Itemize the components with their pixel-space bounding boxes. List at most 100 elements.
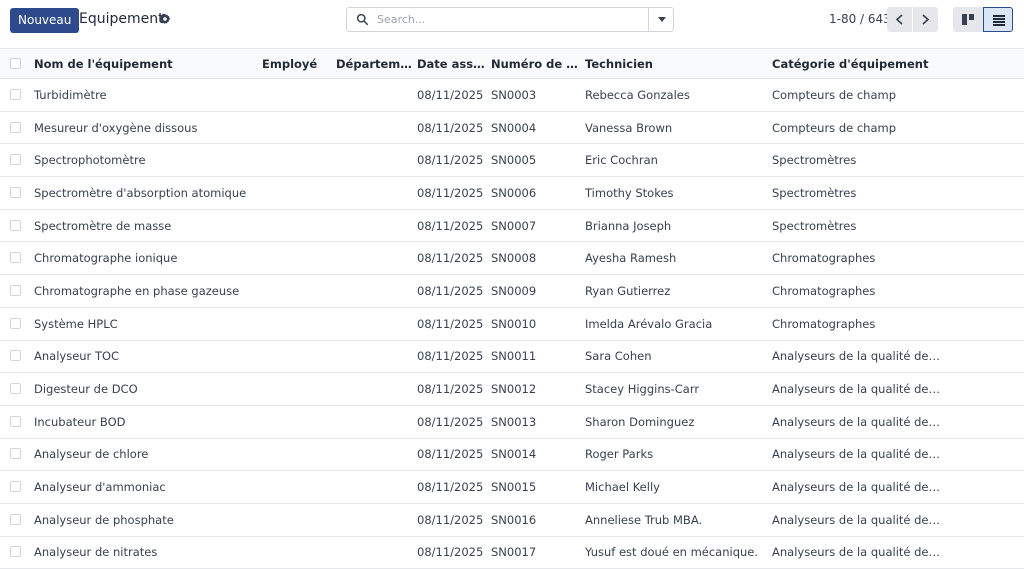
row-checkbox[interactable]: [10, 350, 21, 362]
cell-name[interactable]: Mesureur d'oxygène dissous: [34, 121, 249, 135]
cell-serial[interactable]: SN0017: [491, 545, 579, 559]
table-row[interactable]: Turbidimètre 08/11/2025 SN0003 Rebecca Gonz…: [0, 79, 1024, 112]
cell-technician[interactable]: Ryan Gutierrez: [585, 284, 765, 298]
cell-technician[interactable]: Vanessa Brown: [585, 121, 765, 135]
row-checkbox[interactable]: [10, 154, 21, 166]
cell-name[interactable]: Incubateur BOD: [34, 415, 249, 429]
cell-date[interactable]: 08/11/2025: [417, 219, 485, 233]
cell-name[interactable]: Analyseur de nitrates: [34, 545, 249, 559]
cell-technician[interactable]: Roger Parks: [585, 447, 765, 461]
cell-technician[interactable]: Michael Kelly: [585, 480, 765, 494]
column-header-category[interactable]: Catégorie d'équipement: [772, 57, 942, 71]
table-row[interactable]: Analyseur de phosphate 08/11/2025 SN0016 An…: [0, 504, 1024, 537]
cell-category[interactable]: Analyseurs de la qualité de l'e…: [772, 415, 942, 429]
cell-technician[interactable]: Eric Cochran: [585, 153, 765, 167]
cell-category[interactable]: Spectromètres: [772, 186, 942, 200]
table-row[interactable]: Analyseur d'ammoniac 08/11/2025 SN0015 Mich…: [0, 471, 1024, 504]
kanban-view-button[interactable]: [953, 7, 983, 32]
row-checkbox[interactable]: [10, 546, 21, 558]
cell-technician[interactable]: Timothy Stokes: [585, 186, 765, 200]
cell-serial[interactable]: SN0012: [491, 382, 579, 396]
cell-name[interactable]: Turbidimètre: [34, 88, 249, 102]
cell-date[interactable]: 08/11/2025: [417, 480, 485, 494]
cell-technician[interactable]: Stacey Higgins-Carr: [585, 382, 765, 396]
cell-date[interactable]: 08/11/2025: [417, 186, 485, 200]
cell-name[interactable]: Spectrophotomètre: [34, 153, 249, 167]
column-header-technician[interactable]: Technicien: [585, 57, 765, 71]
cell-category[interactable]: Chromatographes: [772, 317, 942, 331]
cell-serial[interactable]: SN0015: [491, 480, 579, 494]
cell-serial[interactable]: SN0007: [491, 219, 579, 233]
row-checkbox[interactable]: [10, 317, 21, 329]
cell-category[interactable]: Analyseurs de la qualité de l'e…: [772, 447, 942, 461]
pager-previous-button[interactable]: [887, 7, 912, 32]
row-checkbox[interactable]: [10, 219, 21, 231]
cell-category[interactable]: Spectromètres: [772, 219, 942, 233]
table-row[interactable]: Analyseur de nitrates 08/11/2025 SN0017 Yus…: [0, 537, 1024, 569]
table-row[interactable]: Digesteur de DCO 08/11/2025 SN0012 Stacey H…: [0, 373, 1024, 406]
cell-name[interactable]: Digesteur de DCO: [34, 382, 249, 396]
table-row[interactable]: Spectromètre d'absorption atomique 08/11/…: [0, 177, 1024, 210]
row-checkbox[interactable]: [10, 186, 21, 198]
cell-date[interactable]: 08/11/2025: [417, 317, 485, 331]
cell-name[interactable]: Chromatographe en phase gazeuse: [34, 284, 249, 298]
table-row[interactable]: Mesureur d'oxygène dissous 08/11/2025 SN00…: [0, 112, 1024, 145]
cell-serial[interactable]: SN0008: [491, 251, 579, 265]
cell-serial[interactable]: SN0010: [491, 317, 579, 331]
table-row[interactable]: Analyseur TOC 08/11/2025 SN0011 Sara Cohen A…: [0, 341, 1024, 374]
cell-date[interactable]: 08/11/2025: [417, 349, 485, 363]
cell-name[interactable]: Spectromètre d'absorption atomique: [34, 186, 249, 200]
cell-category[interactable]: Spectromètres: [772, 153, 942, 167]
column-header-employee[interactable]: Employé: [262, 57, 332, 71]
table-row[interactable]: Spectrophotomètre 08/11/2025 SN0005 Eric Co…: [0, 144, 1024, 178]
cell-technician[interactable]: Yusuf est doué en mécanique.: [585, 545, 765, 559]
cell-date[interactable]: 08/11/2025: [417, 382, 485, 396]
cell-category[interactable]: Chromatographes: [772, 284, 942, 298]
new-button[interactable]: Nouveau: [10, 8, 80, 33]
pager-value[interactable]: 1-80 / 643: [829, 12, 891, 26]
row-checkbox[interactable]: [10, 284, 21, 296]
cell-date[interactable]: 08/11/2025: [417, 121, 485, 135]
table-row[interactable]: Système HPLC 08/11/2025 SN0010 Imelda Aréva…: [0, 308, 1024, 341]
cell-date[interactable]: 08/11/2025: [417, 88, 485, 102]
cell-serial[interactable]: SN0009: [491, 284, 579, 298]
cell-technician[interactable]: Rebecca Gonzales: [585, 88, 765, 102]
cell-technician[interactable]: Sara Cohen: [585, 349, 765, 363]
table-row[interactable]: Spectromètre de masse 08/11/2025 SN0007 Bri…: [0, 210, 1024, 243]
cell-date[interactable]: 08/11/2025: [417, 545, 485, 559]
cell-serial[interactable]: SN0013: [491, 415, 579, 429]
cell-technician[interactable]: Brianna Joseph: [585, 219, 765, 233]
table-row[interactable]: Chromatographe ionique 08/11/2025 SN0008 Ay…: [0, 242, 1024, 276]
cell-technician[interactable]: Sharon Dominguez: [585, 415, 765, 429]
cell-date[interactable]: 08/11/2025: [417, 284, 485, 298]
cell-serial[interactable]: SN0011: [491, 349, 579, 363]
column-header-department[interactable]: Département: [336, 57, 412, 71]
pager-next-button[interactable]: [913, 7, 938, 32]
cell-name[interactable]: Chromatographe ionique: [34, 251, 249, 265]
cell-category[interactable]: Analyseurs de la qualité de l'e…: [772, 480, 942, 494]
cell-date[interactable]: 08/11/2025: [417, 415, 485, 429]
column-header-serial[interactable]: Numéro de sé…: [491, 57, 579, 71]
row-checkbox[interactable]: [10, 383, 21, 395]
row-checkbox[interactable]: [10, 415, 21, 427]
gear-icon[interactable]: [159, 13, 171, 25]
select-all-checkbox[interactable]: [10, 57, 21, 69]
cell-serial[interactable]: SN0006: [491, 186, 579, 200]
cell-date[interactable]: 08/11/2025: [417, 447, 485, 461]
caret-down-icon[interactable]: [658, 17, 666, 22]
cell-name[interactable]: Analyseur TOC: [34, 349, 249, 363]
row-checkbox[interactable]: [10, 88, 21, 100]
cell-technician[interactable]: Anneliese Trub MBA.: [585, 513, 765, 527]
cell-date[interactable]: 08/11/2025: [417, 513, 485, 527]
table-row[interactable]: Chromatographe en phase gazeuse 08/11/202…: [0, 275, 1024, 308]
cell-technician[interactable]: Imelda Arévalo Gracia: [585, 317, 765, 331]
cell-category[interactable]: Analyseurs de la qualité de l'e…: [772, 349, 942, 363]
cell-name[interactable]: Système HPLC: [34, 317, 249, 331]
cell-serial[interactable]: SN0005: [491, 153, 579, 167]
row-checkbox[interactable]: [10, 513, 21, 525]
cell-date[interactable]: 08/11/2025: [417, 251, 485, 265]
cell-category[interactable]: Compteurs de champ: [772, 121, 942, 135]
cell-serial[interactable]: SN0016: [491, 513, 579, 527]
cell-category[interactable]: Analyseurs de la qualité de l'e…: [772, 382, 942, 396]
row-checkbox[interactable]: [10, 481, 21, 493]
